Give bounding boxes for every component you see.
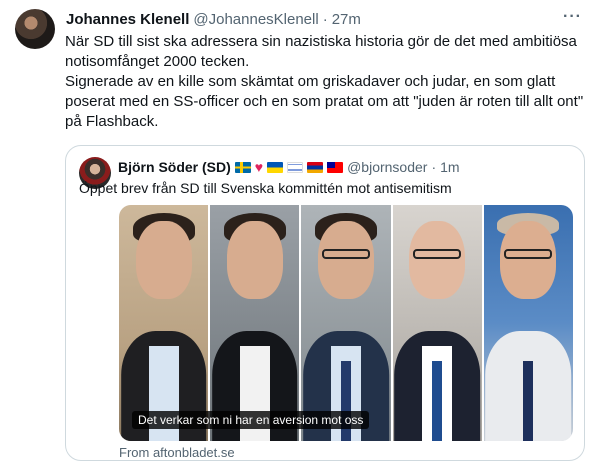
portrait-panel: [483, 205, 573, 441]
quoted-tweet-card[interactable]: Björn Söder (SD) ♥ @bjornsoder · 1m Öppe…: [65, 145, 585, 461]
portrait-panel: [392, 205, 482, 441]
taiwan-flag-icon: [327, 161, 344, 173]
quoted-timestamp: 1m: [440, 159, 460, 175]
quoted-author-handle: @bjornsoder: [347, 159, 428, 175]
author-handle[interactable]: @JohannesKlenell: [193, 11, 318, 28]
quoted-author-name: Björn Söder (SD): [118, 159, 231, 175]
author-name[interactable]: Johannes Klenell: [66, 11, 189, 28]
portrait-panel: [301, 205, 391, 441]
tweet-paragraph: När SD till sist ska adressera sin nazis…: [65, 33, 577, 70]
quoted-media-image[interactable]: Det verkar som ni har en aversion mot os…: [119, 205, 573, 441]
header-separator: ·: [322, 10, 328, 28]
more-options-icon[interactable]: ···: [563, 8, 582, 26]
quoted-separator: ·: [431, 159, 437, 175]
red-heart-icon: ♥: [254, 158, 264, 175]
quoted-tweet-header: Björn Söder (SD) ♥ @bjornsoder · 1m: [118, 158, 574, 176]
portrait-panel: [210, 205, 300, 441]
portrait-panel: [119, 205, 209, 441]
link-source[interactable]: From aftonbladet.se: [119, 445, 235, 460]
israel-flag-icon: [287, 161, 304, 173]
media-caption: Det verkar som ni har en aversion mot os…: [132, 411, 370, 429]
tweet-header: Johannes Klenell @JohannesKlenell · 27m: [66, 9, 580, 29]
quoted-tweet-text: Öppet brev från SD till Svenska kommitté…: [79, 180, 452, 196]
ukraine-flag-icon: [267, 161, 284, 173]
armenia-flag-icon: [307, 161, 324, 173]
tweet-text: När SD till sist ska adressera sin nazis…: [65, 32, 585, 132]
author-avatar[interactable]: [15, 9, 55, 49]
tweet-paragraph: Signerade av en kille som skämtat om gri…: [65, 73, 584, 130]
tweet-timestamp[interactable]: 27m: [332, 11, 361, 28]
sweden-flag-icon: [234, 161, 251, 173]
